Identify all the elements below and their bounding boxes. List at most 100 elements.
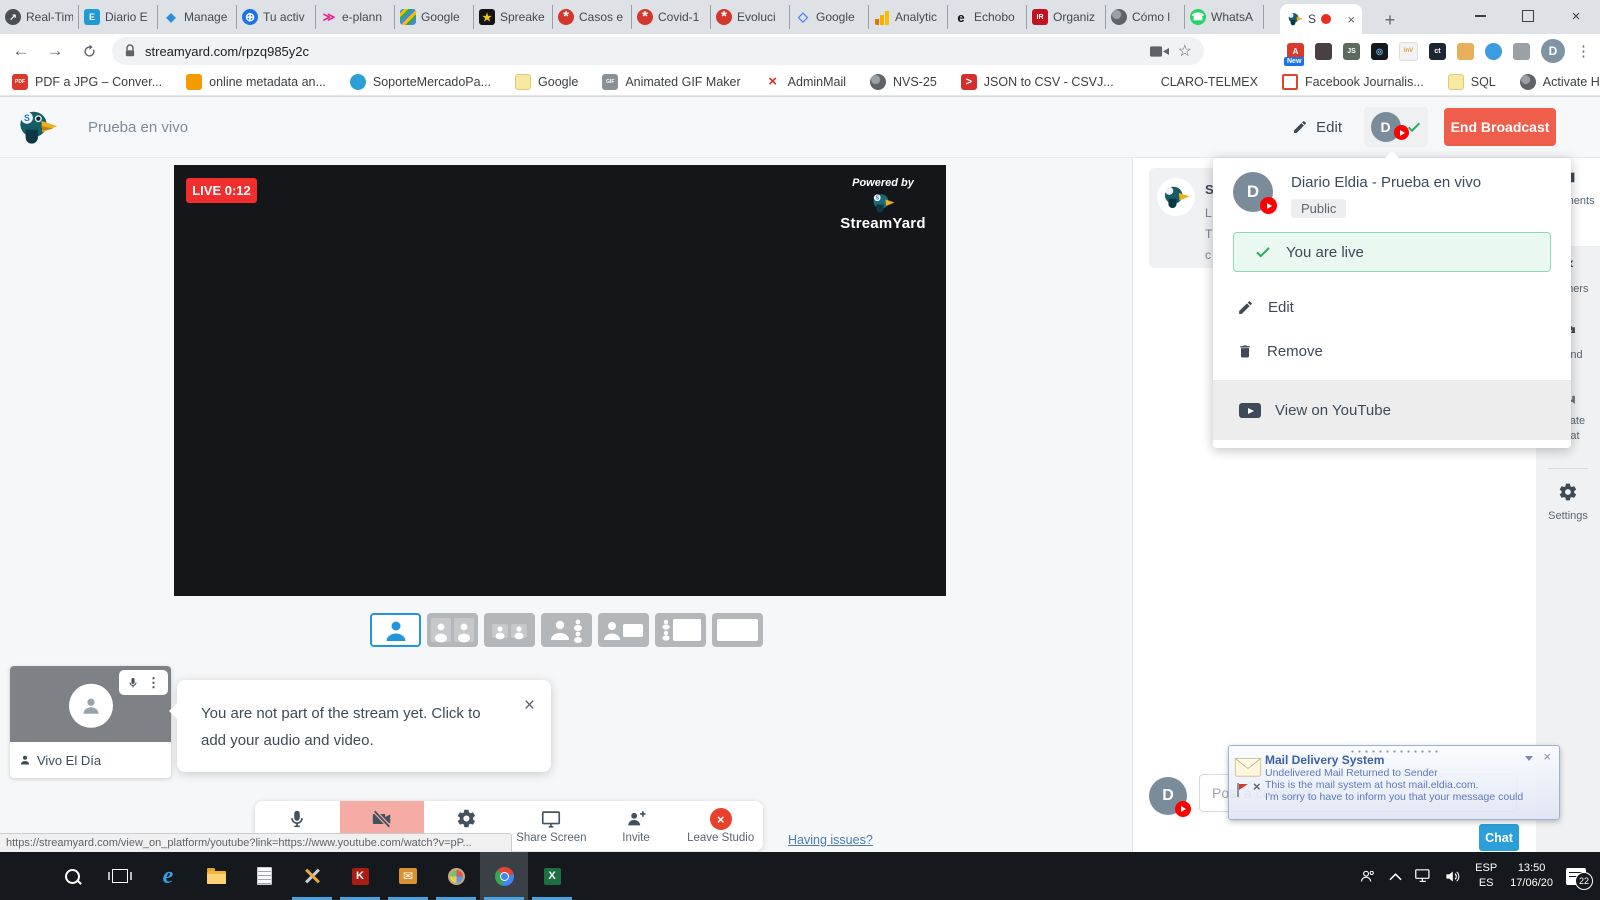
clock[interactable]: 13:50 17/06/20 — [1510, 861, 1553, 891]
participant-thumbnail[interactable]: ⋮ Vivo El Día — [10, 666, 171, 778]
layout-two-small-button[interactable] — [484, 613, 535, 647]
browser-tab[interactable]: *Covid-1 — [632, 5, 711, 29]
bookmark-item[interactable]: SQL — [1448, 74, 1496, 90]
layout-two-tiles-button[interactable] — [427, 613, 478, 647]
delete-x-icon[interactable]: × — [1253, 779, 1261, 794]
tab-close-icon[interactable]: × — [1347, 12, 1355, 27]
forward-button[interactable]: → — [42, 38, 68, 64]
browser-tab[interactable]: Cómo l — [1106, 5, 1185, 29]
taskbar-excel[interactable]: X — [528, 852, 576, 900]
chevron-up-icon[interactable] — [1389, 872, 1402, 881]
window-close-button[interactable]: × — [1552, 0, 1600, 32]
having-issues-link[interactable]: Having issues? — [788, 833, 873, 847]
alert-close-icon[interactable]: × — [1543, 749, 1551, 764]
kebab-menu-icon[interactable]: ⋮ — [147, 675, 160, 691]
bookmark-item[interactable]: >JSON to CSV - CSVJ... — [961, 74, 1114, 90]
speaker-icon[interactable] — [1445, 869, 1462, 884]
invite-button[interactable]: Invite — [594, 801, 679, 851]
extension-feather-icon[interactable] — [1485, 43, 1502, 60]
taskbar-outlook[interactable]: ✉ — [384, 852, 432, 900]
bookmark-item[interactable]: Facebook Journalis... — [1282, 74, 1424, 90]
bookmark-item[interactable]: Google — [515, 74, 578, 90]
taskbar-task-view[interactable] — [96, 852, 144, 900]
browser-tab[interactable]: Google — [395, 5, 474, 29]
extension-pdf-icon[interactable]: ANew — [1287, 43, 1304, 60]
view-on-youtube-item[interactable]: View on YouTube — [1213, 381, 1571, 440]
destination-avatar-chip[interactable]: D — [1364, 107, 1428, 147]
taskbar-kutools[interactable]: K — [336, 852, 384, 900]
rail-tab-settings[interactable]: Settings — [1536, 474, 1600, 524]
taskbar-edge[interactable]: e — [144, 852, 192, 900]
extensions-puzzle-icon[interactable] — [1513, 43, 1530, 60]
end-broadcast-button[interactable]: End Broadcast — [1444, 108, 1556, 146]
flag-icon[interactable] — [1239, 784, 1248, 790]
browser-tab[interactable]: *Evoluci — [711, 5, 790, 29]
extension-mask-icon[interactable] — [1315, 43, 1332, 60]
bookmark-item[interactable]: GIFAnimated GIF Maker — [602, 74, 740, 90]
browser-tab[interactable]: ◇Google — [790, 5, 869, 29]
browser-tab[interactable]: *Casos e — [553, 5, 632, 29]
taskbar-tools[interactable] — [288, 852, 336, 900]
dropdown-remove-item[interactable]: Remove — [1213, 334, 1571, 368]
browser-tab[interactable]: ★Spreake — [474, 5, 553, 29]
browser-tab[interactable]: IROrganiz — [1027, 5, 1106, 29]
bookmark-item[interactable]: PDFPDF a JPG – Conver... — [12, 74, 162, 90]
tab-label: Cómo l — [1132, 10, 1179, 24]
layout-spotlight-button[interactable] — [541, 613, 592, 647]
browser-tab[interactable]: eEchobo — [948, 5, 1027, 29]
bookmark-item[interactable]: online metadata an... — [186, 74, 326, 90]
action-center-icon[interactable]: 22 — [1566, 868, 1586, 885]
layout-solo-button[interactable] — [370, 613, 421, 647]
extension-hammer-icon[interactable] — [1457, 43, 1474, 60]
browser-tab[interactable]: EDiario E — [79, 5, 158, 29]
browser-tab[interactable]: ≫e-plann — [316, 5, 395, 29]
layout-sidebar-screen-button[interactable] — [655, 613, 706, 647]
taskbar-paint[interactable] — [432, 852, 480, 900]
back-button[interactable]: ← — [8, 38, 34, 64]
taskbar-chrome[interactable] — [480, 852, 528, 900]
window-minimize-button[interactable] — [1456, 0, 1504, 32]
mail-delivery-alert[interactable]: Mail Delivery System Undelivered Mail Re… — [1228, 745, 1560, 820]
new-tab-button[interactable]: + — [1376, 6, 1404, 34]
bookmark-item[interactable]: SoporteMercadoPa... — [350, 74, 491, 90]
taskbar-start[interactable] — [0, 852, 48, 900]
participant-mic-menu[interactable]: ⋮ — [119, 670, 168, 695]
toast-close-icon[interactable]: × — [524, 692, 535, 719]
layout-person-screen-button[interactable] — [598, 613, 649, 647]
extension-ct-icon[interactable]: ct — [1429, 43, 1446, 60]
layout-fullscreen-button[interactable] — [712, 613, 763, 647]
share-screen-button[interactable]: Share Screen — [509, 801, 594, 851]
extension-target-icon[interactable]: ◎ — [1371, 43, 1388, 60]
browser-menu-icon[interactable]: ⋮ — [1576, 42, 1592, 60]
browser-tab[interactable]: ↗Real-Tim — [0, 5, 79, 29]
edit-broadcast-button[interactable]: Edit — [1292, 119, 1342, 136]
taskbar-file-explorer[interactable] — [192, 852, 240, 900]
window-maximize-button[interactable] — [1504, 0, 1552, 32]
people-tray-icon[interactable] — [1359, 868, 1376, 885]
browser-tab[interactable]: ⊕Tu activ — [237, 5, 316, 29]
url-omnibox[interactable]: streamyard.com/rpzq985y2c ☆ — [112, 37, 1204, 65]
alert-options-icon[interactable] — [1525, 756, 1533, 761]
active-tab-streamyard[interactable]: S × — [1280, 4, 1362, 34]
browser-tab[interactable]: ◆Manage — [158, 5, 237, 29]
taskbar-notepad[interactable] — [240, 852, 288, 900]
browser-profile-avatar[interactable]: D — [1541, 39, 1565, 63]
leave-studio-button[interactable]: × Leave Studio — [678, 801, 763, 851]
browser-tab[interactable]: Analytic — [869, 5, 948, 29]
mail-alert-title[interactable]: Mail Delivery System — [1265, 753, 1384, 767]
extension-invid-icon[interactable]: InV — [1399, 42, 1418, 61]
dropdown-edit-item[interactable]: Edit — [1213, 290, 1571, 324]
language-indicator[interactable]: ESP ES — [1475, 861, 1497, 891]
reload-button[interactable] — [76, 38, 102, 64]
bookmark-star-icon[interactable]: ☆ — [1178, 41, 1192, 61]
bookmark-item[interactable]: CLARO-TELMEX — [1138, 74, 1258, 90]
extension-js-icon[interactable]: JS — [1343, 43, 1360, 60]
bookmark-item[interactable]: Activate HUD — [1520, 74, 1600, 90]
browser-tab[interactable]: ☎WhatsA — [1185, 5, 1264, 29]
taskbar-search[interactable] — [48, 852, 96, 900]
chat-button[interactable]: Chat — [1479, 824, 1519, 851]
bookmark-item[interactable]: NVS-25 — [870, 74, 937, 90]
bookmark-item[interactable]: ×AdminMail — [765, 74, 846, 90]
media-camera-indicator-icon[interactable] — [1150, 45, 1169, 58]
network-icon[interactable] — [1415, 869, 1432, 883]
